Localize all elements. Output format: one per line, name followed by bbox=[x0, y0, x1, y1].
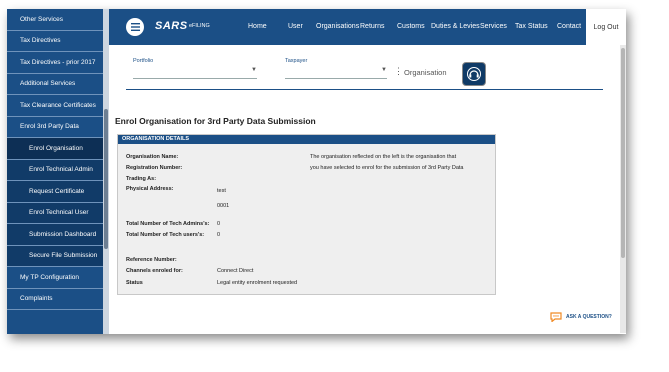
nav-home[interactable]: Home bbox=[248, 23, 267, 30]
nav-returns[interactable]: Returns bbox=[360, 23, 385, 30]
nav-services[interactable]: Services bbox=[480, 23, 507, 30]
sidebar-item-my-tp-configuration[interactable]: My TP Configuration bbox=[7, 267, 109, 289]
sidebar-item-enrol-organisation[interactable]: Enrol Organisation bbox=[7, 138, 109, 160]
sidebar: Other Services Tax Directives Tax Direct… bbox=[7, 9, 109, 334]
organisation-badge-icon[interactable] bbox=[462, 62, 486, 86]
sidebar-item-request-certificate[interactable]: Request Certificate bbox=[7, 181, 109, 203]
chevron-down-icon: ▼ bbox=[381, 67, 387, 73]
status-label: Status bbox=[126, 280, 143, 286]
nav-organisations[interactable]: Organisations bbox=[316, 23, 359, 30]
ask-a-question-label: ASK A QUESTION? bbox=[566, 314, 612, 320]
physical-address-label: Physical Address: bbox=[126, 186, 174, 192]
sidebar-item-additional-services[interactable]: Additional Services bbox=[7, 74, 109, 95]
page-title: Enrol Organisation for 3rd Party Data Su… bbox=[115, 116, 316, 126]
ask-a-question-button[interactable]: ASK A QUESTION? bbox=[550, 312, 612, 322]
tech-admins-label: Total Number of Tech Admins's: bbox=[126, 221, 210, 227]
tech-users-label: Total Number of Tech users's: bbox=[126, 232, 205, 238]
reference-number-label: Reference Number: bbox=[126, 257, 177, 263]
nav-user[interactable]: User bbox=[288, 23, 303, 30]
sidebar-item-enrol-technical-admin[interactable]: Enrol Technical Admin bbox=[7, 159, 109, 181]
sidebar-scroll-thumb[interactable] bbox=[104, 109, 108, 249]
chevron-down-icon: ▼ bbox=[251, 67, 257, 73]
sidebar-item-tax-clearance[interactable]: Tax Clearance Certificates bbox=[7, 95, 109, 117]
taxpayer-select[interactable]: ▼ bbox=[285, 64, 387, 79]
sidebar-item-other-services[interactable]: Other Services bbox=[7, 9, 109, 31]
nav-tax-status[interactable]: Tax Status bbox=[515, 23, 548, 30]
org-name-label: Organisation Name: bbox=[126, 154, 179, 160]
physical-address-line2: 0001 bbox=[217, 203, 230, 209]
nav-customs[interactable]: Customs bbox=[397, 23, 425, 30]
sidebar-item-tax-directives[interactable]: Tax Directives bbox=[7, 31, 109, 52]
info-note-line2: you have selected to enrol for the submi… bbox=[310, 165, 464, 171]
tech-admins-value: 0 bbox=[217, 221, 221, 227]
tech-users-value: 0 bbox=[217, 232, 221, 238]
status-value: Legal entity enrolment requested bbox=[217, 280, 298, 286]
chat-bubble-icon bbox=[550, 312, 562, 322]
kebab-menu-icon[interactable]: ⋮ bbox=[394, 66, 403, 77]
sidebar-item-complaints[interactable]: Complaints bbox=[7, 289, 109, 310]
sidebar-item-tax-directives-prior[interactable]: Tax Directives - prior 2017 bbox=[7, 52, 109, 74]
sidebar-item-secure-file-submission[interactable]: Secure File Submission bbox=[7, 245, 109, 267]
registration-label: Registration Number: bbox=[126, 165, 183, 171]
organisation-details-panel: ORGANISATION DETAILS Organisation Name: … bbox=[117, 134, 496, 295]
sidebar-item-submission-dashboard[interactable]: Submission Dashboard bbox=[7, 224, 109, 246]
nav-duties-levies[interactable]: Duties & Levies bbox=[431, 23, 480, 30]
physical-address-line1: test bbox=[217, 188, 226, 194]
nav-contact[interactable]: Contact bbox=[557, 23, 581, 30]
logout-button[interactable]: Log Out bbox=[586, 9, 626, 45]
channels-label: Channels enroled for: bbox=[126, 268, 183, 274]
selector-divider bbox=[126, 89, 603, 90]
top-nav: SARS eFILING Home User Organisations Ret… bbox=[109, 9, 626, 45]
headset-icon bbox=[467, 67, 481, 81]
trading-as-label: Trading As: bbox=[126, 176, 157, 182]
efiling-logo: eFILING bbox=[189, 23, 210, 29]
info-note-line1: The organisation reflected on the left i… bbox=[310, 154, 457, 160]
sars-logo: SARS bbox=[155, 20, 188, 32]
menu-button[interactable] bbox=[126, 18, 144, 36]
organisation-label: Organisation bbox=[404, 68, 447, 77]
content-scroll-thumb[interactable] bbox=[621, 48, 625, 258]
panel-header: ORGANISATION DETAILS bbox=[118, 135, 495, 144]
sidebar-item-enrol-3rd-party[interactable]: Enrol 3rd Party Data bbox=[7, 117, 109, 138]
hamburger-icon bbox=[130, 23, 140, 31]
channels-value: Connect Direct bbox=[217, 268, 254, 274]
sidebar-item-enrol-technical-user[interactable]: Enrol Technical User bbox=[7, 202, 109, 224]
portfolio-select[interactable]: ▼ bbox=[133, 64, 257, 79]
